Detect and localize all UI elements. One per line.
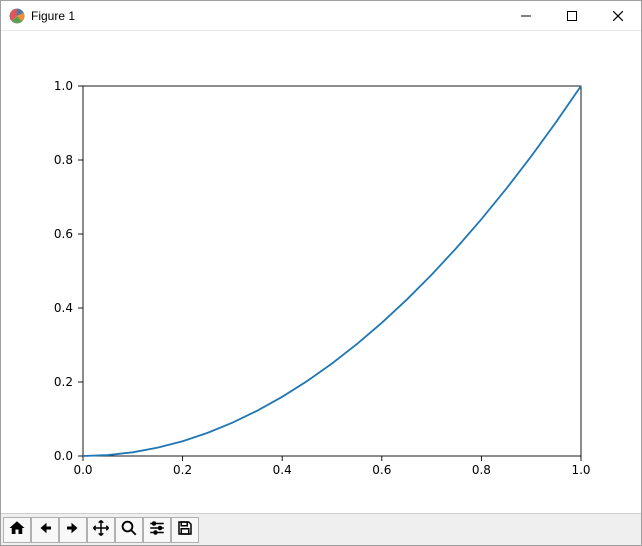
y-tick-label: 0.2: [54, 375, 73, 389]
back-button[interactable]: [31, 517, 59, 543]
y-tick-label: 0.6: [54, 227, 73, 241]
zoom-button[interactable]: [115, 517, 143, 543]
matplotlib-icon: [9, 8, 25, 24]
forward-button[interactable]: [59, 517, 87, 543]
arrow-right-icon: [64, 519, 82, 540]
save-icon: [176, 519, 194, 540]
y-tick-label: 0.4: [54, 301, 73, 315]
zoom-icon: [120, 519, 138, 540]
configure-subplots-button[interactable]: [143, 517, 171, 543]
sliders-icon: [148, 519, 166, 540]
x-tick-label: 1.0: [571, 463, 590, 477]
y-tick-label: 0.0: [54, 449, 73, 463]
x-tick-label: 0.2: [173, 463, 192, 477]
y-tick-label: 1.0: [54, 79, 73, 93]
line-series: [83, 86, 581, 456]
y-tick-label: 0.8: [54, 153, 73, 167]
save-button[interactable]: [171, 517, 199, 543]
home-icon: [8, 519, 26, 540]
minimize-button[interactable]: [503, 1, 549, 30]
titlebar: Figure 1: [1, 1, 641, 31]
navigation-toolbar: [1, 513, 641, 545]
x-tick-label: 0.6: [372, 463, 391, 477]
maximize-button[interactable]: [549, 1, 595, 30]
window-controls: [503, 1, 641, 30]
home-button[interactable]: [3, 517, 31, 543]
figure-window: Figure 1 0.00.20.40.60.81.00.00.20.40.60…: [0, 0, 642, 546]
x-tick-label: 0.4: [273, 463, 292, 477]
pan-button[interactable]: [87, 517, 115, 543]
window-title: Figure 1: [31, 9, 75, 23]
arrow-left-icon: [36, 519, 54, 540]
x-tick-label: 0.0: [73, 463, 92, 477]
move-icon: [92, 519, 110, 540]
plot-canvas[interactable]: 0.0 0.2 0.4 0.6 0.8 1.0 0.0 0.2 0.4 0.6 0.8 1.0: [1, 31, 641, 513]
plot-svg: 0.0 0.2 0.4 0.6 0.8 1.0 0.0 0.2 0.4 0.6 0.8 1.0: [1, 31, 641, 513]
close-button[interactable]: [595, 1, 641, 30]
x-tick-label: 0.8: [472, 463, 491, 477]
